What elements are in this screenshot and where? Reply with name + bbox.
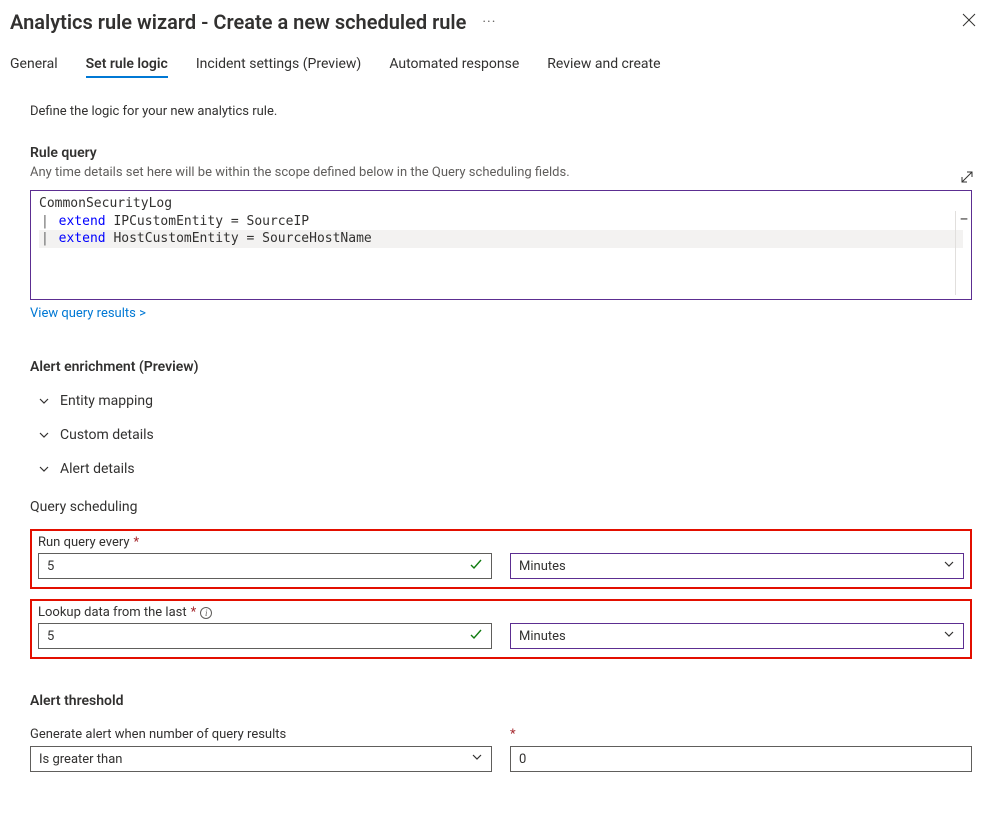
chevron-down-icon: [943, 628, 955, 644]
check-icon: [469, 557, 483, 575]
tab-automated-response[interactable]: Automated response: [389, 56, 519, 78]
run-query-every-value[interactable]: 5: [38, 553, 492, 579]
run-query-every-label: Run query every*: [38, 535, 964, 550]
accordion-label: Custom details: [60, 427, 154, 443]
threshold-operator-select[interactable]: Is greater than: [30, 746, 492, 772]
chevron-down-icon: [38, 429, 50, 441]
alert-threshold-heading: Alert threshold: [30, 693, 972, 709]
page-title: Analytics rule wizard - Create a new sch…: [10, 10, 496, 34]
lookup-data-value[interactable]: 5: [38, 623, 492, 649]
run-query-every-group: Run query every* 5 Minutes: [30, 529, 972, 589]
lookup-data-label: Lookup data from the last* i: [38, 605, 964, 620]
fold-marker[interactable]: −: [955, 211, 968, 295]
threshold-label: Generate alert when number of query resu…: [30, 727, 492, 742]
tab-set-rule-logic[interactable]: Set rule logic: [86, 56, 168, 78]
tab-bar: General Set rule logic Incident settings…: [10, 56, 982, 78]
accordion-custom-details[interactable]: Custom details: [38, 427, 972, 443]
more-icon[interactable]: ···: [482, 14, 496, 30]
rule-query-subtext: Any time details set here will be within…: [30, 165, 972, 180]
accordion-alert-details[interactable]: Alert details: [38, 461, 972, 477]
tab-review-create[interactable]: Review and create: [547, 56, 660, 78]
alert-enrichment-heading: Alert enrichment (Preview): [30, 359, 972, 375]
lookup-data-group: Lookup data from the last* i 5 Minutes: [30, 599, 972, 659]
query-scheduling-heading: Query scheduling: [30, 499, 972, 515]
query-editor[interactable]: CommonSecurityLog | extend IPCustomEntit…: [30, 190, 972, 300]
view-query-results-link[interactable]: View query results >: [30, 306, 146, 321]
rule-query-heading: Rule query: [30, 145, 972, 161]
chevron-down-icon: [943, 558, 955, 574]
chevron-down-icon: [38, 395, 50, 407]
chevron-down-icon: [38, 463, 50, 475]
tab-incident-settings[interactable]: Incident settings (Preview): [196, 56, 361, 78]
close-icon[interactable]: [962, 13, 982, 31]
accordion-label: Alert details: [60, 461, 135, 477]
threshold-value-input[interactable]: 0: [510, 746, 972, 772]
intro-text: Define the logic for your new analytics …: [30, 104, 972, 119]
accordion-entity-mapping[interactable]: Entity mapping: [38, 393, 972, 409]
accordion-label: Entity mapping: [60, 393, 153, 409]
check-icon: [469, 627, 483, 645]
tab-general[interactable]: General: [10, 56, 58, 78]
lookup-data-unit[interactable]: Minutes: [510, 623, 964, 649]
chevron-down-icon: [471, 751, 483, 767]
info-icon[interactable]: i: [200, 607, 212, 619]
run-query-every-unit[interactable]: Minutes: [510, 553, 964, 579]
threshold-required-mark: *: [510, 727, 972, 742]
expand-icon[interactable]: [960, 170, 974, 188]
